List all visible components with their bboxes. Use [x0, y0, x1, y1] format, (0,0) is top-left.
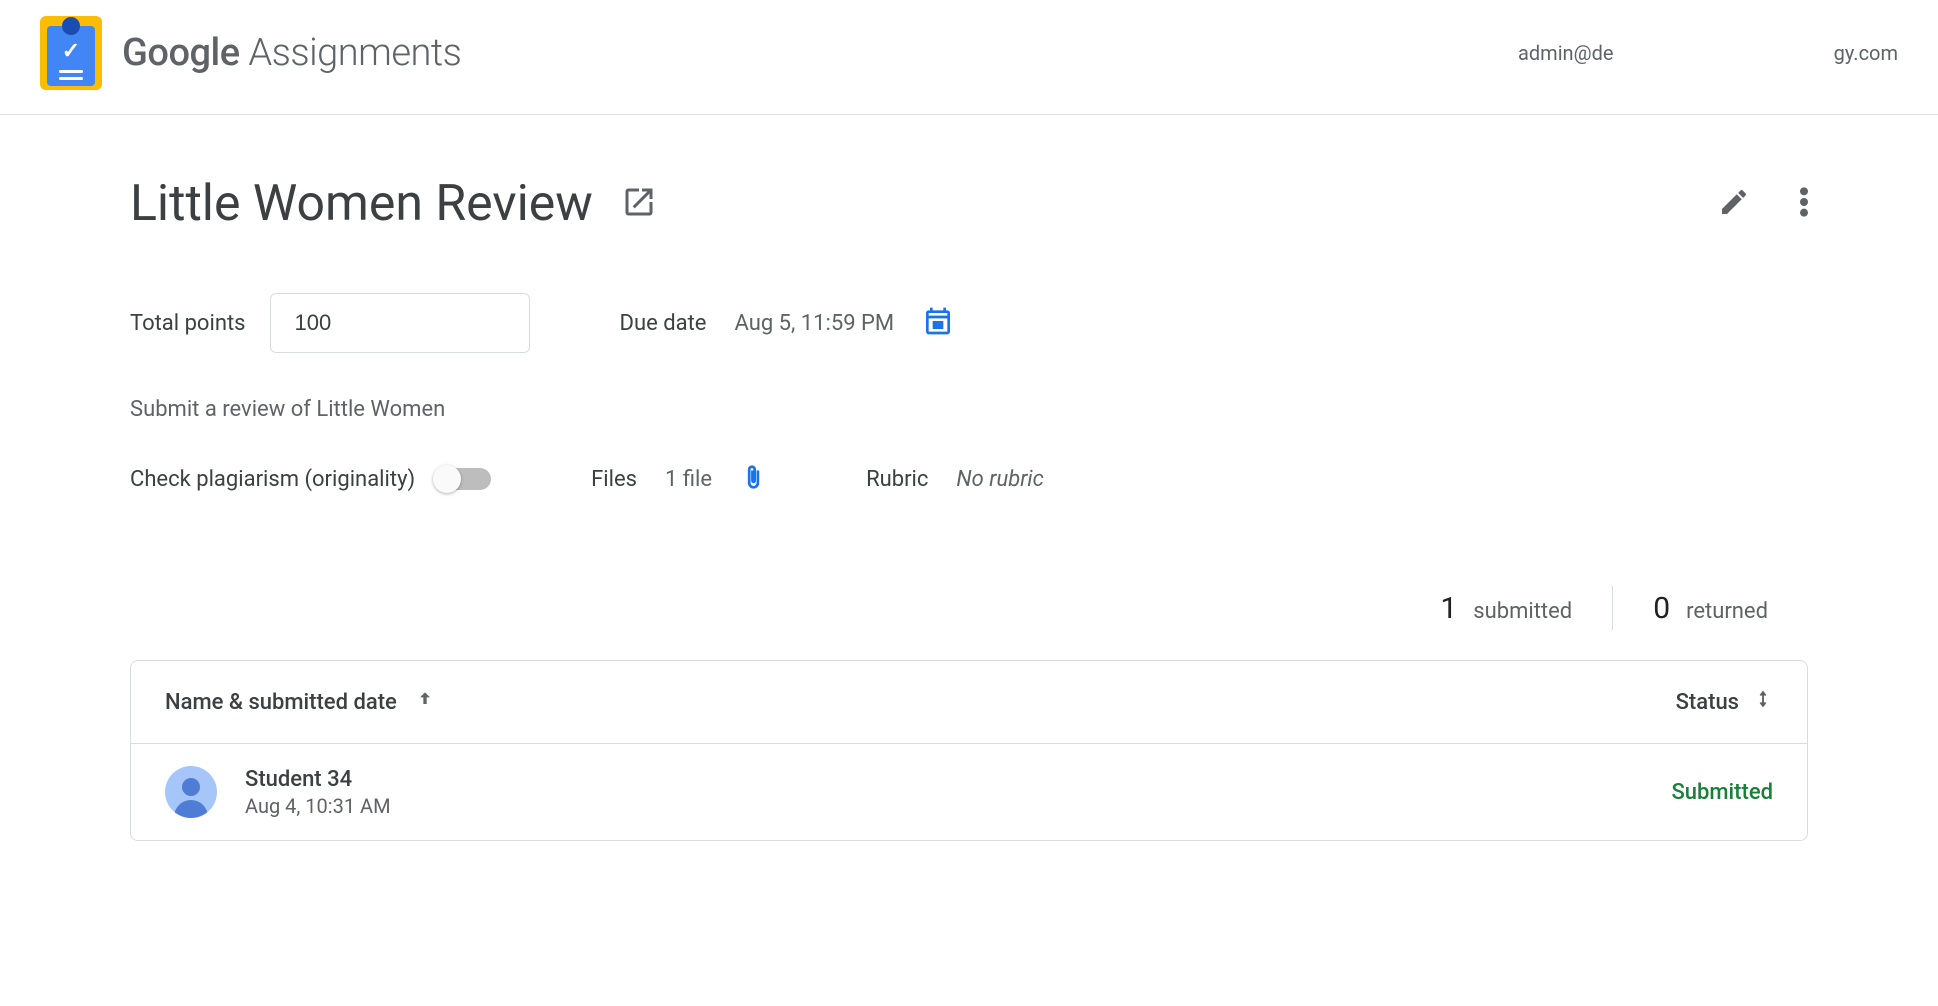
- due-section: Due date Aug 5, 11:59 PM: [620, 305, 955, 341]
- app-name-bold: Google: [122, 31, 240, 75]
- col-status-label: Status: [1676, 690, 1739, 715]
- row-left: Student 34 Aug 4, 10:31 AM: [165, 766, 391, 818]
- points-section: Total points: [130, 293, 530, 353]
- table-row[interactable]: Student 34 Aug 4, 10:31 AM Submitted: [131, 744, 1807, 840]
- rubric-value: No rubric: [956, 467, 1043, 492]
- submitted-count: 1: [1440, 591, 1457, 626]
- files-section: Files 1 file: [591, 462, 766, 496]
- title-row: Little Women Review: [130, 175, 1808, 233]
- stat-returned: 0 returned: [1613, 591, 1808, 626]
- plagiarism-label: Check plagiarism (originality): [130, 467, 415, 492]
- submitted-label: submitted: [1473, 599, 1572, 624]
- column-status[interactable]: Status: [1676, 689, 1773, 715]
- points-input[interactable]: [270, 293, 530, 353]
- assignment-description: Submit a review of Little Women: [130, 397, 1808, 422]
- app-name-light: Assignments: [240, 31, 462, 75]
- plagiarism-section: Check plagiarism (originality): [130, 467, 491, 492]
- files-count: 1 file: [665, 467, 712, 492]
- table-header: Name & submitted date Status: [131, 661, 1807, 744]
- app-title: Google Assignments: [122, 31, 461, 75]
- submitted-date: Aug 4, 10:31 AM: [245, 794, 391, 818]
- avatar-icon: [165, 766, 217, 818]
- header-left: ✓ Google Assignments: [40, 16, 461, 90]
- due-date-label: Due date: [620, 311, 707, 336]
- header-user: admin@de gy.com: [1518, 41, 1898, 65]
- points-label: Total points: [130, 311, 246, 336]
- user-email-part2: gy.com: [1834, 41, 1898, 65]
- title-actions: [1718, 186, 1808, 222]
- student-info: Student 34 Aug 4, 10:31 AM: [245, 767, 391, 818]
- submissions-table: Name & submitted date Status Student: [130, 660, 1808, 841]
- stat-submitted: 1 submitted: [1400, 591, 1612, 626]
- sort-up-icon: [415, 689, 435, 715]
- returned-count: 0: [1653, 591, 1670, 626]
- row-status: Submitted: [1671, 780, 1773, 805]
- rubric-label: Rubric: [866, 467, 928, 492]
- attachment-icon[interactable]: [740, 462, 766, 496]
- column-name-date[interactable]: Name & submitted date: [165, 689, 435, 715]
- returned-label: returned: [1686, 599, 1768, 624]
- student-name: Student 34: [245, 767, 391, 792]
- assignment-title: Little Women Review: [130, 175, 593, 233]
- rubric-section: Rubric No rubric: [866, 467, 1044, 492]
- plagiarism-toggle[interactable]: [435, 468, 491, 490]
- files-label: Files: [591, 467, 637, 492]
- toggle-knob: [433, 465, 461, 493]
- options-row: Check plagiarism (originality) Files 1 f…: [130, 462, 1808, 496]
- app-header: ✓ Google Assignments admin@de gy.com: [0, 0, 1938, 115]
- open-external-icon[interactable]: [621, 184, 657, 224]
- calendar-icon[interactable]: [922, 305, 954, 341]
- details-row: Total points Due date Aug 5, 11:59 PM: [130, 293, 1808, 353]
- col-name-label: Name & submitted date: [165, 690, 397, 715]
- sort-both-icon: [1753, 689, 1773, 715]
- main-content: Little Women Review Total points Due dat…: [0, 115, 1938, 901]
- due-date-value: Aug 5, 11:59 PM: [734, 311, 894, 336]
- stats-row: 1 submitted 0 returned: [130, 586, 1808, 630]
- user-email-part1: admin@de: [1518, 41, 1613, 65]
- title-left: Little Women Review: [130, 175, 657, 233]
- assignments-logo-icon: ✓: [40, 16, 102, 90]
- more-vert-icon[interactable]: [1800, 186, 1808, 222]
- edit-icon[interactable]: [1718, 186, 1750, 222]
